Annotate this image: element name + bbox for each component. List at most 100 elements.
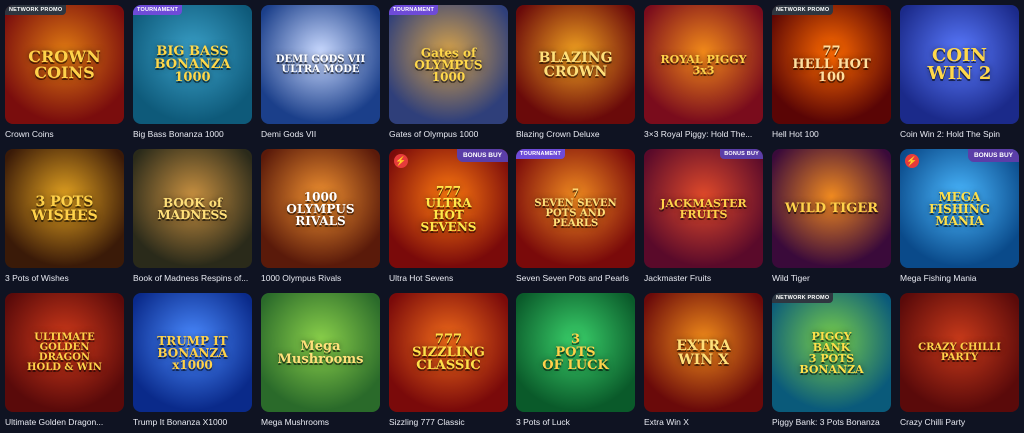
game-title[interactable]: 3 Pots of Luck bbox=[516, 417, 635, 427]
game-title[interactable]: Gates of Olympus 1000 bbox=[389, 129, 508, 139]
game-title[interactable]: Extra Win X bbox=[644, 417, 763, 427]
game-title[interactable]: Piggy Bank: 3 Pots Bonanza bbox=[772, 417, 891, 427]
game-logo-text: COIN WIN 2 bbox=[927, 44, 992, 84]
game-logo-text: MEGA FISHING MANIA bbox=[929, 189, 990, 228]
game-thumbnail[interactable]: ULTIMATE GOLDEN DRAGON HOLD & WIN bbox=[5, 293, 124, 412]
game-logo-text: CRAZY CHILLI PARTY bbox=[918, 341, 1001, 363]
game-card[interactable]: BOOK of MADNESS Book of Madness Respins o… bbox=[133, 149, 252, 283]
game-thumbnail[interactable]: EXTRA WIN X bbox=[644, 293, 763, 412]
game-title[interactable]: Mega Fishing Mania bbox=[900, 273, 1019, 283]
game-card[interactable]: 7 SEVEN SEVEN POTS AND PEARLS TOURNAMENT S… bbox=[516, 149, 635, 283]
game-thumbnail[interactable]: 3 POTS WISHES bbox=[5, 149, 124, 268]
promo-badge: TOURNAMENT bbox=[389, 5, 439, 15]
game-logo-text: Gates of OLYMPUS 1000 bbox=[414, 45, 483, 84]
game-logo-text: 3 POTS OF LUCK bbox=[542, 332, 609, 373]
game-logo-text: WILD TIGER bbox=[784, 201, 879, 216]
game-title[interactable]: Jackmaster Fruits bbox=[644, 273, 763, 283]
game-card[interactable]: CROWN COINS NETWORK PROMO Crown Coins bbox=[5, 5, 124, 139]
game-title[interactable]: 1000 Olympus Rivals bbox=[261, 273, 380, 283]
game-thumbnail[interactable]: 777 ULTRA HOT SEVENS BONUS BUY ⚡ bbox=[389, 149, 508, 268]
game-title[interactable]: Big Bass Bonanza 1000 bbox=[133, 129, 252, 139]
game-card[interactable]: 77 HELL HOT 100 NETWORK PROMO Hell Hot 100 bbox=[772, 5, 891, 139]
game-card[interactable]: TRUMP IT BONANZA x1000 Trump It Bonanza X… bbox=[133, 293, 252, 427]
game-card[interactable]: WILD TIGER Wild Tiger bbox=[772, 149, 891, 283]
game-card[interactable]: BIG BASS BONANZA 1000 TOURNAMENT Big Bass … bbox=[133, 5, 252, 139]
game-title[interactable]: Hell Hot 100 bbox=[772, 129, 891, 139]
game-card[interactable]: ROYAL PIGGY 3x3 3×3 Royal Piggy: Hold The… bbox=[644, 5, 763, 139]
game-thumbnail[interactable]: 3 POTS OF LUCK bbox=[516, 293, 635, 412]
game-thumbnail[interactable]: JACKMASTER FRUITS BONUS BUY bbox=[644, 149, 763, 268]
game-title[interactable]: Book of Madness Respins of... bbox=[133, 273, 252, 283]
game-logo-text: BLAZING CROWN bbox=[538, 49, 613, 80]
game-thumbnail[interactable]: 7 SEVEN SEVEN POTS AND PEARLS TOURNAMENT bbox=[516, 149, 635, 268]
promo-badge: NETWORK PROMO bbox=[5, 5, 67, 15]
game-title[interactable]: Demi Gods VII bbox=[261, 129, 380, 139]
game-thumbnail[interactable]: PIGGY BANK 3 POTS BONANZA NETWORK PROMO bbox=[772, 293, 891, 412]
game-thumbnail[interactable]: BOOK of MADNESS bbox=[133, 149, 252, 268]
game-title[interactable]: Blazing Crown Deluxe bbox=[516, 129, 635, 139]
game-logo-text: 3 POTS WISHES bbox=[31, 193, 98, 224]
game-logo-text: EXTRA WIN X bbox=[676, 337, 731, 368]
game-thumbnail[interactable]: 777 SIZZLING CLASSIC bbox=[389, 293, 508, 412]
game-logo-text: Mega Mushrooms bbox=[277, 338, 364, 367]
game-thumbnail[interactable]: COIN WIN 2 bbox=[900, 5, 1019, 124]
game-thumbnail[interactable]: TRUMP IT BONANZA x1000 bbox=[133, 293, 252, 412]
game-logo-text: BIG BASS BONANZA 1000 bbox=[154, 44, 231, 85]
game-title[interactable]: Mega Mushrooms bbox=[261, 417, 380, 427]
game-logo-text: TRUMP IT BONANZA x1000 bbox=[157, 333, 228, 372]
game-thumbnail[interactable]: MEGA FISHING MANIA BONUS BUY ⚡ bbox=[900, 149, 1019, 268]
game-logo-text: ROYAL PIGGY 3x3 bbox=[660, 52, 747, 77]
game-title[interactable]: Crown Coins bbox=[5, 129, 124, 139]
game-thumbnail[interactable]: 1000 OLYMPUS RIVALS bbox=[261, 149, 380, 268]
game-logo-text: 7 SEVEN SEVEN POTS AND PEARLS bbox=[534, 187, 617, 229]
game-card[interactable]: DEMI GODS VII ULTRA MODE Demi Gods VII bbox=[261, 5, 380, 139]
game-logo-text: PIGGY BANK 3 POTS BONANZA bbox=[799, 329, 864, 376]
game-logo-text: JACKMASTER FRUITS bbox=[660, 196, 747, 221]
game-title[interactable]: Ultimate Golden Dragon... bbox=[5, 417, 124, 427]
game-thumbnail[interactable]: Gates of OLYMPUS 1000 TOURNAMENT bbox=[389, 5, 508, 124]
game-thumbnail[interactable]: Mega Mushrooms bbox=[261, 293, 380, 412]
game-card[interactable]: CRAZY CHILLI PARTY Crazy Chilli Party bbox=[900, 293, 1019, 427]
game-logo-text: 77 HELL HOT 100 bbox=[792, 44, 871, 85]
game-title[interactable]: 3×3 Royal Piggy: Hold The... bbox=[644, 129, 763, 139]
game-title[interactable]: Ultra Hot Sevens bbox=[389, 273, 508, 283]
game-card[interactable]: MEGA FISHING MANIA BONUS BUY ⚡ Mega Fishing… bbox=[900, 149, 1019, 283]
game-card[interactable]: BLAZING CROWN Blazing Crown Deluxe bbox=[516, 5, 635, 139]
promo-badge: TOURNAMENT bbox=[516, 149, 566, 159]
game-title[interactable]: Coin Win 2: Hold The Spin bbox=[900, 129, 1019, 139]
game-card[interactable]: JACKMASTER FRUITS BONUS BUY Jackmaster Fru… bbox=[644, 149, 763, 283]
game-card[interactable]: Mega Mushrooms Mega Mushrooms bbox=[261, 293, 380, 427]
game-card[interactable]: COIN WIN 2 Coin Win 2: Hold The Spin bbox=[900, 5, 1019, 139]
game-thumbnail[interactable]: 77 HELL HOT 100 NETWORK PROMO bbox=[772, 5, 891, 124]
game-card[interactable]: ULTIMATE GOLDEN DRAGON HOLD & WIN Ultimat… bbox=[5, 293, 124, 427]
game-card[interactable]: EXTRA WIN X Extra Win X bbox=[644, 293, 763, 427]
game-title[interactable]: Wild Tiger bbox=[772, 273, 891, 283]
game-card[interactable]: PIGGY BANK 3 POTS BONANZA NETWORK PROMO Pi… bbox=[772, 293, 891, 427]
game-title[interactable]: Sizzling 777 Classic bbox=[389, 417, 508, 427]
game-thumbnail[interactable]: DEMI GODS VII ULTRA MODE bbox=[261, 5, 380, 124]
game-title[interactable]: 3 Pots of Wishes bbox=[5, 273, 124, 283]
bonus-buy-tag: BONUS BUY bbox=[967, 149, 1019, 162]
lightning-icon: ⚡ bbox=[905, 154, 919, 168]
game-thumbnail[interactable]: BIG BASS BONANZA 1000 TOURNAMENT bbox=[133, 5, 252, 124]
game-thumbnail[interactable]: ROYAL PIGGY 3x3 bbox=[644, 5, 763, 124]
game-title[interactable]: Crazy Chilli Party bbox=[900, 417, 1019, 427]
game-card[interactable]: 777 SIZZLING CLASSIC Sizzling 777 Classic bbox=[389, 293, 508, 427]
game-card[interactable]: 1000 OLYMPUS RIVALS 1000 Olympus Rivals bbox=[261, 149, 380, 283]
game-thumbnail[interactable]: CROWN COINS NETWORK PROMO bbox=[5, 5, 124, 124]
game-logo-text: DEMI GODS VII ULTRA MODE bbox=[275, 53, 366, 75]
game-title[interactable]: Seven Seven Pots and Pearls bbox=[516, 273, 635, 283]
game-card[interactable]: 3 POTS WISHES 3 Pots of Wishes bbox=[5, 149, 124, 283]
game-card[interactable]: Gates of OLYMPUS 1000 TOURNAMENT Gates of … bbox=[389, 5, 508, 139]
game-thumbnail[interactable]: CRAZY CHILLI PARTY bbox=[900, 293, 1019, 412]
game-card[interactable]: 3 POTS OF LUCK 3 Pots of Luck bbox=[516, 293, 635, 427]
game-thumbnail[interactable]: WILD TIGER bbox=[772, 149, 891, 268]
game-logo-text: 777 ULTRA HOT SEVENS bbox=[420, 183, 477, 234]
promo-badge: NETWORK PROMO bbox=[772, 293, 834, 303]
bonus-buy-badge: BONUS BUY bbox=[720, 149, 763, 159]
game-thumbnail[interactable]: BLAZING CROWN bbox=[516, 5, 635, 124]
promo-badge: TOURNAMENT bbox=[133, 5, 183, 15]
game-card[interactable]: 777 ULTRA HOT SEVENS BONUS BUY ⚡ Ultra Hot … bbox=[389, 149, 508, 283]
game-grid: CROWN COINS NETWORK PROMO Crown Coins BIG B… bbox=[0, 0, 1024, 433]
game-title[interactable]: Trump It Bonanza X1000 bbox=[133, 417, 252, 427]
